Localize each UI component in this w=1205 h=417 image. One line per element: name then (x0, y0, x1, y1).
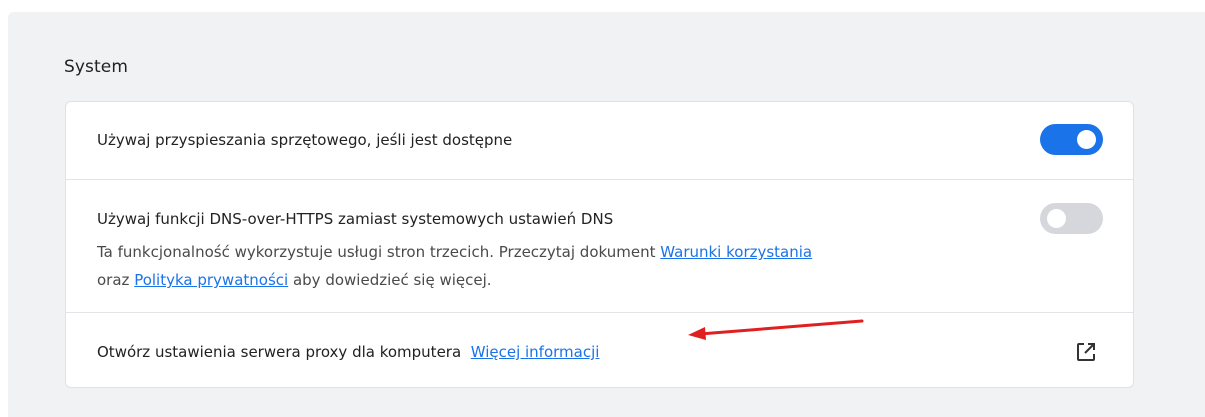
system-settings-card: Używaj przyspieszania sprzętowego, jeśli… (65, 101, 1134, 388)
section-title: System (64, 57, 128, 77)
proxy-settings-text: Otwórz ustawienia serwera proxy dla komp… (97, 343, 462, 361)
more-info-link[interactable]: Więcej informacji (471, 343, 600, 361)
dns-over-https-label: Używaj funkcji DNS-over-HTTPS zamiast sy… (97, 210, 614, 228)
description-text-and: oraz (97, 271, 130, 289)
setting-row-dns-over-https: Używaj funkcji DNS-over-HTTPS zamiast sy… (66, 179, 1133, 312)
hardware-acceleration-toggle[interactable] (1040, 124, 1103, 155)
setting-row-proxy: Otwórz ustawienia serwera proxy dla komp… (66, 312, 1133, 388)
dns-over-https-description: Ta funkcjonalność wykorzystuje usługi st… (97, 238, 812, 294)
hardware-acceleration-label: Używaj przyspieszania sprzętowego, jeśli… (97, 131, 513, 149)
privacy-policy-link[interactable]: Polityka prywatności (134, 271, 288, 289)
external-link-icon[interactable] (1075, 341, 1097, 363)
setting-row-hardware-acceleration: Używaj przyspieszania sprzętowego, jeśli… (66, 102, 1133, 179)
description-line-1: Ta funkcjonalność wykorzystuje usługi st… (97, 238, 812, 266)
description-text-suffix: aby dowiedzieć się więcej. (292, 271, 492, 289)
proxy-settings-label: Otwórz ustawienia serwera proxy dla komp… (97, 343, 599, 361)
toggle-knob (1077, 130, 1096, 149)
dns-over-https-toggle[interactable] (1040, 203, 1103, 234)
toggle-knob (1047, 209, 1066, 228)
description-line-2: oraz Polityka prywatności aby dowiedzieć… (97, 266, 812, 294)
terms-of-use-link[interactable]: Warunki korzystania (660, 243, 812, 261)
description-text: Ta funkcjonalność wykorzystuje usługi st… (97, 243, 656, 261)
